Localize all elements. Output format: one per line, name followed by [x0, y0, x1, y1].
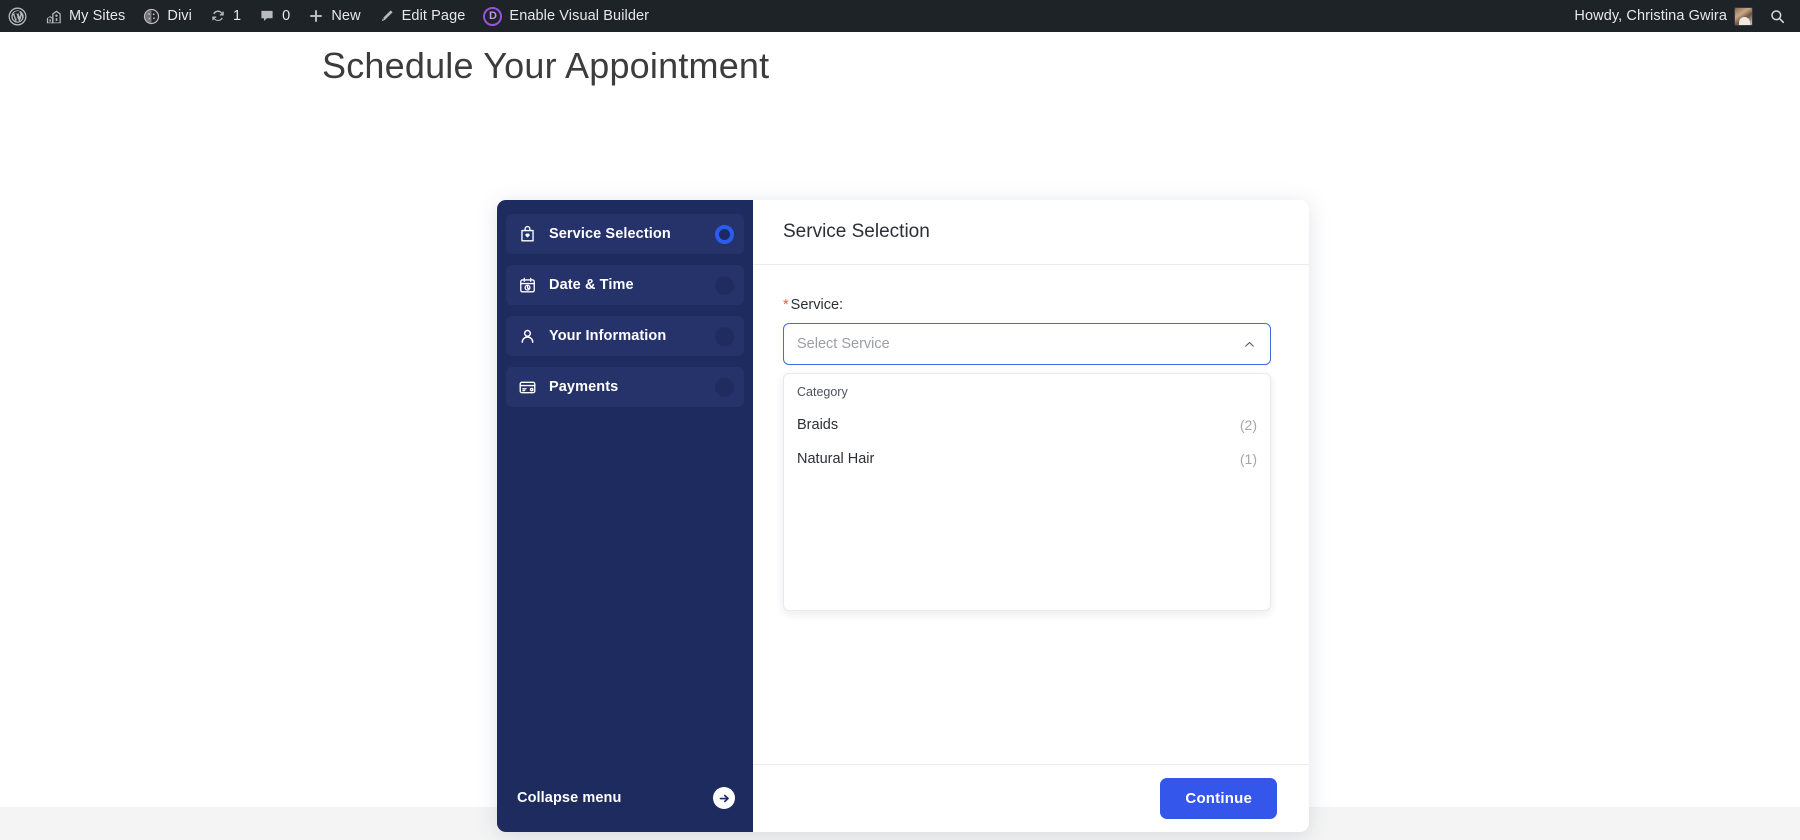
- sidebar-item-label: Your Information: [549, 328, 667, 344]
- shopping-bag-heart-icon: [517, 224, 537, 244]
- admin-bar-new-content[interactable]: New: [299, 0, 369, 32]
- search-icon: [1769, 8, 1786, 25]
- continue-button[interactable]: Continue: [1160, 778, 1277, 819]
- admin-bar-visual-builder-label: Enable Visual Builder: [509, 8, 650, 24]
- admin-bar-right-group: Howdy, Christina Gwira: [1566, 0, 1800, 32]
- service-select-placeholder: Select Service: [797, 336, 890, 352]
- dropdown-option-label: Natural Hair: [797, 451, 875, 467]
- calendar-clock-icon: [517, 275, 537, 295]
- service-select[interactable]: Select Service: [783, 323, 1271, 365]
- dropdown-option-natural-hair[interactable]: Natural Hair (1): [784, 442, 1270, 476]
- collapse-menu-button[interactable]: Collapse menu: [506, 778, 744, 818]
- admin-bar-wordpress-logo[interactable]: [0, 0, 36, 32]
- sidebar-item-service-selection[interactable]: Service Selection: [506, 214, 744, 254]
- page-title: Schedule Your Appointment: [322, 45, 770, 86]
- sidebar-item-date-time[interactable]: Date & Time: [506, 265, 744, 305]
- admin-bar-my-account[interactable]: Howdy, Christina Gwira: [1566, 0, 1759, 32]
- step-indicator[interactable]: [715, 275, 734, 295]
- admin-bar-divi-label: Divi: [167, 8, 192, 24]
- panel-header: Service Selection: [753, 200, 1309, 265]
- step-indicator[interactable]: [715, 377, 734, 397]
- new-content-icon: [308, 8, 324, 24]
- admin-bar-left-group: My Sites Divi 1 0 New Edit Page D Enable…: [0, 0, 658, 32]
- admin-bar-enable-visual-builder[interactable]: D Enable Visual Builder: [474, 0, 658, 32]
- credit-card-icon: [517, 377, 537, 397]
- comments-icon: [259, 8, 275, 24]
- dropdown-option-count: (2): [1239, 417, 1257, 433]
- service-label-text: Service:: [790, 297, 844, 313]
- sidebar-item-label: Service Selection: [549, 226, 671, 242]
- dropdown-option-count: (1): [1239, 451, 1257, 467]
- admin-bar-howdy-label: Howdy, Christina Gwira: [1574, 8, 1727, 24]
- updates-icon: [210, 8, 226, 24]
- dropdown-option-braids[interactable]: Braids (2): [784, 408, 1270, 442]
- admin-bar-new-label: New: [331, 8, 361, 24]
- required-marker: *: [783, 297, 789, 313]
- admin-bar-divi[interactable]: Divi: [134, 0, 201, 32]
- step-indicator[interactable]: [715, 326, 734, 346]
- dropdown-group-header: Category: [797, 385, 848, 399]
- admin-bar-edit-page-label: Edit Page: [401, 8, 466, 24]
- admin-bar-search[interactable]: [1759, 0, 1800, 32]
- sidebar-item-label: Payments: [549, 379, 619, 395]
- sidebar-filler: [506, 418, 744, 778]
- avatar: [1734, 6, 1753, 26]
- admin-bar-my-sites-label: My Sites: [69, 8, 126, 24]
- person-icon: [517, 326, 537, 346]
- wp-admin-bar: My Sites Divi 1 0 New Edit Page D Enable…: [0, 0, 1800, 32]
- admin-bar-updates[interactable]: 1: [201, 0, 250, 32]
- booking-steps-sidebar: Service Selection Date & Time Your Infor…: [497, 200, 753, 832]
- wordpress-logo-icon: [8, 7, 27, 26]
- admin-bar-comments-count: 0: [282, 8, 291, 24]
- sidebar-item-label: Date & Time: [549, 277, 634, 293]
- panel-body: * Service: Select Service Category Braid…: [753, 265, 1309, 764]
- step-indicator-active[interactable]: [715, 224, 734, 244]
- service-field-label: * Service:: [783, 297, 1271, 313]
- collapse-menu-label: Collapse menu: [517, 790, 622, 806]
- sidebar-item-payments[interactable]: Payments: [506, 367, 744, 407]
- page-content: Schedule Your Appointment Service Select…: [0, 32, 1800, 840]
- booking-widget: Service Selection Date & Time Your Infor…: [497, 200, 1309, 832]
- sidebar-item-your-information[interactable]: Your Information: [506, 316, 744, 356]
- admin-bar-comments[interactable]: 0: [250, 0, 299, 32]
- dropdown-option-label: Braids: [797, 417, 839, 433]
- service-dropdown-list[interactable]: Category Braids (2) Natural Hair (1): [783, 373, 1271, 611]
- arrow-right-circle-icon: [713, 787, 735, 809]
- admin-bar-edit-page[interactable]: Edit Page: [370, 0, 475, 32]
- booking-panel: Service Selection * Service: Select Servi…: [753, 200, 1309, 832]
- divi-icon: [143, 8, 160, 25]
- my-sites-icon: [45, 8, 62, 25]
- divi-badge-icon: D: [483, 6, 503, 26]
- service-field: * Service: Select Service: [783, 297, 1271, 365]
- chevron-up-icon[interactable]: [1241, 336, 1257, 352]
- admin-bar-my-sites[interactable]: My Sites: [36, 0, 134, 32]
- panel-title: Service Selection: [783, 221, 930, 242]
- panel-footer: Continue: [753, 764, 1309, 832]
- admin-bar-updates-count: 1: [232, 8, 242, 24]
- edit-page-icon: [379, 8, 395, 24]
